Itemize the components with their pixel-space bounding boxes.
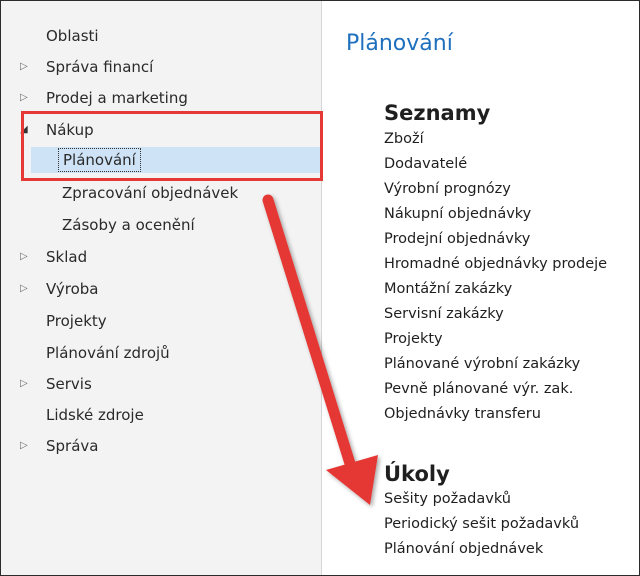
link-sesity-pozadavku[interactable]: Sešity požadavků [384,489,511,510]
navigation-pane: Oblasti ▷ Správa financí ▷ Prodej a mark… [1,1,322,575]
link-dodavatele[interactable]: Dodavatelé [384,154,467,175]
link-montazni-zakazky[interactable]: Montážní zakázky [384,279,512,300]
link-periodicky-sesit-pozadavku[interactable]: Periodický sešit požadavků [384,514,579,535]
expand-arrow-icon[interactable]: ▷ [20,85,32,111]
link-servisni-zakazky[interactable]: Servisní zakázky [384,304,504,325]
sidebar-item-label: Oblasti [46,27,99,45]
sidebar-item-label: Sklad [46,248,88,266]
link-projekty[interactable]: Projekty [384,329,443,350]
sidebar-item-label: Projekty [46,312,107,330]
sidebar-item-label: Správa financí [46,58,154,76]
expand-arrow-icon[interactable]: ▷ [20,54,32,80]
link-vyrobni-prognozy[interactable]: Výrobní prognózy [384,179,511,200]
link-pevne-planovane-vyr-zak[interactable]: Pevně plánované výr. zak. [384,379,573,400]
sidebar-item-label: Zásoby a ocenění [62,216,195,234]
page-title: Plánování [346,31,453,56]
link-planovane-vyrobni-zakazky[interactable]: Plánované výrobní zakázky [384,354,580,375]
section-heading-lists: Seznamy [384,101,491,125]
expand-arrow-icon[interactable]: ▷ [20,276,32,302]
content-pane: Plánování Seznamy Zboží Dodavatelé Výrob… [322,1,640,576]
sidebar-item-label: Lidské zdroje [46,406,144,424]
sidebar-item-label: Prodej a marketing [46,89,188,107]
sidebar-item-label: Zpracování objednávek [62,184,239,202]
expand-arrow-icon[interactable]: ▷ [20,371,32,397]
link-nakupni-objednavky[interactable]: Nákupní objednávky [384,204,531,225]
sidebar-item-label: Správa [46,437,99,455]
link-hromadne-objednavky-prodeje[interactable]: Hromadné objednávky prodeje [384,254,607,275]
section-heading-tasks: Úkoly [384,462,450,486]
sidebar-item-label: Výroba [46,280,99,298]
link-planovani-objednavek[interactable]: Plánování objednávek [384,539,543,560]
expand-arrow-icon[interactable]: ▷ [20,244,32,270]
link-prodejni-objednavky[interactable]: Prodejní objednávky [384,229,530,250]
annotation-highlight-box [21,111,323,181]
sidebar-item-label: Servis [46,375,92,393]
link-objednavky-transferu[interactable]: Objednávky transferu [384,404,541,425]
sidebar-item-label: Plánování zdrojů [46,344,170,362]
link-zbozi[interactable]: Zboží [384,129,424,150]
expand-arrow-icon[interactable]: ▷ [20,433,32,459]
